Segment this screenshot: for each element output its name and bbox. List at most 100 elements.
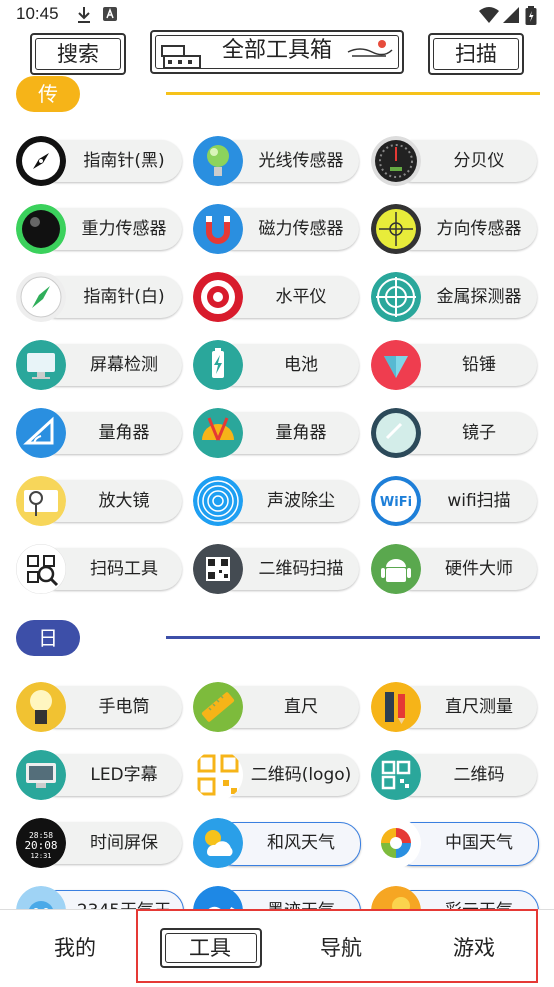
tool-label: 量角器	[98, 423, 150, 443]
cell-signal-icon	[503, 7, 519, 23]
tool-label: LED字幕	[90, 765, 158, 785]
building-icon	[161, 45, 201, 69]
metal-detector-icon	[371, 272, 421, 322]
svg-text:20:08: 20:08	[24, 839, 57, 852]
tool-label: 金属探测器	[436, 287, 522, 307]
tool-label: 和风天气	[267, 833, 335, 853]
tool-item[interactable]: 和风天气	[193, 818, 361, 868]
tool-item[interactable]: LED字幕	[16, 750, 183, 800]
magnet-icon	[193, 204, 243, 254]
tool-item[interactable]: 二维码扫描	[193, 544, 360, 594]
tool-item[interactable]: 铅锤	[371, 340, 538, 390]
section-title: 日常工具箱	[16, 620, 80, 794]
protractor-icon	[16, 408, 66, 458]
tool-label: 放大镜	[98, 491, 150, 511]
direction-sensor-icon	[371, 204, 421, 254]
tool-label: 二维码(logo)	[250, 765, 352, 785]
status-bar: 10:45	[0, 0, 554, 30]
tool-item[interactable]: 扫码工具	[16, 544, 183, 594]
tool-item[interactable]: 水平仪	[193, 272, 360, 322]
tool-label: 指南针(白)	[83, 287, 165, 307]
tool-item[interactable]: 量角器	[16, 408, 183, 458]
tool-label: 硬件大师	[445, 559, 513, 579]
tool-label: 声波除尘	[267, 491, 335, 511]
search-button-label: 搜索	[57, 42, 99, 66]
tool-item[interactable]: 二维码	[371, 750, 538, 800]
tool-label: 手电筒	[98, 697, 150, 717]
battery-status-icon	[525, 6, 537, 25]
status-time: 10:45	[16, 4, 59, 23]
level-target-icon	[193, 272, 243, 322]
notification-a-icon	[103, 7, 117, 21]
tool-label: 扫码工具	[90, 559, 158, 579]
tool-label: 磁力传感器	[258, 219, 344, 239]
tool-label: 铅锤	[462, 355, 496, 375]
tool-item[interactable]: 中国天气	[371, 818, 539, 868]
tool-item[interactable]: 分贝仪	[371, 136, 538, 186]
sound-wave-icon	[193, 476, 243, 526]
china-weather-icon	[371, 818, 421, 868]
tool-label: 重力传感器	[81, 219, 167, 239]
sun-cloud-decoration-icon	[347, 40, 393, 57]
tool-label: 二维码扫描	[258, 559, 344, 579]
tool-item[interactable]: 指南针(白)	[16, 272, 183, 322]
tool-item[interactable]: 手电筒	[16, 682, 183, 732]
tool-item[interactable]: 方向传感器	[371, 204, 538, 254]
section-divider	[166, 92, 540, 95]
tool-label: 分贝仪	[453, 151, 505, 171]
flashlight-icon	[16, 682, 66, 732]
compass-white-icon	[16, 272, 66, 322]
tool-item[interactable]: 重力传感器	[16, 204, 183, 254]
tool-label: 光线传感器	[258, 151, 344, 171]
tool-label: 方向传感器	[436, 219, 522, 239]
svg-text:WiFi: WiFi	[380, 495, 412, 510]
page-title-frame: 全部工具箱	[150, 30, 404, 74]
tool-label: 量角器	[275, 423, 327, 443]
tool-label: 中国天气	[445, 833, 513, 853]
tool-item[interactable]: WiFi wifi扫描	[371, 476, 538, 526]
tool-label: 水平仪	[275, 287, 327, 307]
tool-label: 二维码	[453, 765, 505, 785]
scan-button[interactable]: 扫描	[428, 33, 524, 75]
wifi-icon: WiFi	[371, 476, 421, 526]
plumb-bob-icon	[371, 340, 421, 390]
highlight-box	[136, 909, 538, 983]
page-title: 全部工具箱	[221, 38, 332, 63]
tool-item[interactable]: 放大镜	[16, 476, 183, 526]
tool-item[interactable]: 量角器	[193, 408, 360, 458]
tool-item[interactable]: 金属探测器	[371, 272, 538, 322]
monitor-icon	[16, 340, 66, 390]
weather-sun-cloud-icon	[193, 818, 243, 868]
scan-button-label: 扫描	[455, 42, 497, 66]
tool-item[interactable]: 电池	[193, 340, 360, 390]
tool-item[interactable]: 屏幕检测	[16, 340, 183, 390]
tool-item[interactable]: 二维码(logo)	[193, 750, 360, 800]
light-sensor-icon	[193, 136, 243, 186]
ruler-pencil-icon	[371, 682, 421, 732]
qr-scan-icon	[193, 544, 243, 594]
header: 搜索 全部工具箱 扫描	[0, 30, 554, 78]
tool-label: 时间屏保	[90, 833, 158, 853]
tool-item[interactable]: 光线传感器	[193, 136, 360, 186]
tool-item[interactable]: 指南针(黑)	[16, 136, 183, 186]
search-button[interactable]: 搜索	[30, 33, 126, 75]
tool-item[interactable]: 磁力传感器	[193, 204, 360, 254]
qr-logo-icon	[193, 750, 243, 800]
download-icon	[78, 7, 90, 23]
qr-code-icon	[371, 750, 421, 800]
tool-item[interactable]: 直尺测量	[371, 682, 538, 732]
nav-mine[interactable]: 我的	[54, 932, 96, 962]
compass-black-icon	[16, 136, 66, 186]
tool-label: 屏幕检测	[90, 355, 158, 375]
tool-item[interactable]: 声波除尘	[193, 476, 360, 526]
tool-item[interactable]: 直尺	[193, 682, 360, 732]
magnifier-icon	[16, 476, 66, 526]
section-title: 传感器工具箱	[16, 76, 80, 286]
tool-item[interactable]: 硬件大师	[371, 544, 538, 594]
svg-text:12:31: 12:31	[30, 852, 51, 860]
clock-screen-icon: 28:58 20:08 12:31	[16, 818, 66, 868]
tool-label: 直尺测量	[445, 697, 513, 717]
tool-label: 指南针(黑)	[83, 151, 165, 171]
tool-item[interactable]: 28:58 20:08 12:31 时间屏保	[16, 818, 183, 868]
tool-item[interactable]: 镜子	[371, 408, 538, 458]
